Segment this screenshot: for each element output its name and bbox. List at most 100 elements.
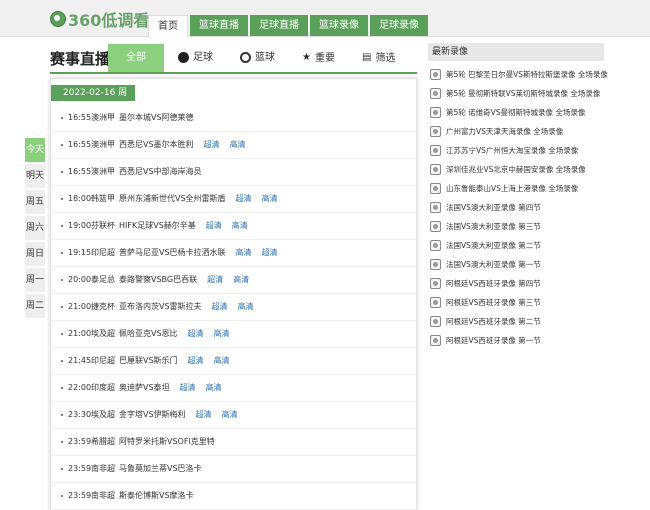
replay-item[interactable]: 山东鲁能泰山VS上海上港录像 全场录像 — [428, 179, 604, 198]
replay-item[interactable]: 阿根廷VS西班牙录像 第三节 — [428, 293, 604, 312]
replay-item[interactable]: 法国VS澳大利亚录像 第二节 — [428, 236, 604, 255]
stream-link[interactable]: 高清 — [232, 221, 248, 230]
match-name[interactable]: 佩哈亚克VS恩比 — [119, 329, 178, 338]
replay-title[interactable]: 阿根廷VS西班牙录像 第一节 — [446, 336, 541, 345]
stream-link[interactable]: 高清 — [214, 356, 230, 365]
stream-link[interactable]: 超清 — [180, 383, 196, 392]
stream-link[interactable]: 高清 — [206, 383, 222, 392]
match-league[interactable]: 澳洲甲 — [91, 132, 115, 158]
tab-all[interactable]: 全部 — [108, 44, 164, 72]
match-league[interactable]: 印尼超 — [91, 240, 115, 266]
day-today[interactable]: 今天 — [25, 138, 45, 162]
replay-item[interactable]: 阿根廷VS西班牙录像 第二节 — [428, 312, 604, 331]
match-name[interactable]: 巴厘联VS斯乐门 — [119, 356, 178, 365]
day-tomorrow[interactable]: 明天 — [25, 164, 45, 188]
nav-basketball-live[interactable]: 篮球直播 — [190, 15, 248, 36]
nav-football-replay[interactable]: 足球录像 — [370, 15, 428, 36]
stream-link[interactable]: 超清 — [212, 302, 228, 311]
replay-item[interactable]: 法国VS澳大利亚录像 第三节 — [428, 217, 604, 236]
nav-home[interactable]: 首页 — [148, 15, 188, 37]
replay-title[interactable]: 阿根廷VS西班牙录像 第三节 — [446, 298, 541, 307]
match-name[interactable]: 原州东浦新世代VS全州雷斯盾 — [119, 194, 226, 203]
stream-link[interactable]: 超清 — [196, 410, 212, 419]
replay-item[interactable]: 第5轮 巴黎圣日尔曼VS斯特拉斯堡录像 全场录像 — [428, 65, 608, 84]
replay-item[interactable]: 广州富力VS天津天海录像 全场录像 — [428, 122, 604, 141]
day-friday[interactable]: 周五 — [25, 190, 45, 214]
match-league[interactable]: 印尼超 — [91, 348, 115, 374]
stream-link[interactable]: 超清 — [262, 248, 278, 257]
day-sunday[interactable]: 周日 — [25, 242, 45, 266]
match-league[interactable]: 埃及超 — [91, 402, 115, 428]
match-league[interactable]: 南非超 — [91, 456, 115, 482]
replay-item[interactable]: 法国VS澳大利亚录像 第一节 — [428, 255, 604, 274]
day-saturday[interactable]: 周六 — [25, 216, 45, 240]
match-name[interactable]: 墨尔本城VS阿德莱德 — [119, 113, 194, 122]
replay-item[interactable]: 江苏苏宁VS广州恒大淘宝录像 全场录像 — [428, 141, 604, 160]
match-league[interactable]: 印度超 — [91, 375, 115, 401]
tab-football[interactable]: 足球 — [178, 44, 213, 72]
replay-title[interactable]: 法国VS澳大利亚录像 第一节 — [446, 260, 541, 269]
match-name[interactable]: 泰路警察VSBG巴吞联 — [119, 275, 197, 284]
stream-link[interactable]: 高清 — [230, 140, 246, 149]
match-league[interactable]: 芬联杯 — [91, 213, 115, 239]
stream-link[interactable]: 超清 — [236, 194, 252, 203]
match-league[interactable]: 泰足总 — [91, 267, 115, 293]
day-tuesday[interactable]: 周二 — [25, 294, 45, 318]
match-name[interactable]: 西悉尼VS中部海岸海员 — [119, 167, 202, 176]
replay-item[interactable]: 阿根廷VS西班牙录像 第一节 — [428, 331, 604, 350]
stream-link[interactable]: 高清 — [238, 302, 254, 311]
stream-link[interactable]: 超清 — [206, 221, 222, 230]
match-name[interactable]: 马鲁莫加兰蒂VS巴洛卡 — [119, 464, 202, 473]
stream-link[interactable]: 高清 — [214, 329, 230, 338]
match-league[interactable]: 澳洲甲 — [91, 159, 115, 185]
stream-link[interactable]: 高清 — [236, 248, 252, 257]
schedule-row: 23:59 希腊超 阿特罗米托斯VSOFI克里特 — [51, 429, 416, 456]
match-name[interactable]: 斯泰伦博斯VS摩洛卡 — [119, 491, 194, 500]
replay-title[interactable]: 法国VS澳大利亚录像 第二节 — [446, 241, 541, 250]
match-league[interactable]: 韩篮甲 — [91, 186, 115, 212]
nav-basketball-replay[interactable]: 篮球录像 — [310, 15, 368, 36]
match-name[interactable]: 奥迪萨VS泰坦 — [119, 383, 170, 392]
replay-title[interactable]: 山东鲁能泰山VS上海上港录像 全场录像 — [446, 184, 578, 193]
nav-football-live[interactable]: 足球直播 — [250, 15, 308, 36]
replay-title[interactable]: 第5轮 巴黎圣日尔曼VS斯特拉斯堡录像 全场录像 — [446, 70, 608, 79]
replay-item[interactable]: 深圳佳兆业VS北京中赫国安录像 全场录像 — [428, 160, 604, 179]
stream-link[interactable]: 超清 — [188, 329, 204, 338]
stream-link[interactable]: 超清 — [188, 356, 204, 365]
replay-title[interactable]: 第5轮 曼彻斯特联VS莱切斯特城录像 全场录像 — [446, 89, 600, 98]
day-monday[interactable]: 周一 — [25, 268, 45, 292]
match-league[interactable]: 希腊超 — [91, 429, 115, 455]
replay-title[interactable]: 法国VS澳大利亚录像 第三节 — [446, 222, 541, 231]
replay-title[interactable]: 广州富力VS天津天海录像 全场录像 — [446, 127, 563, 136]
match-name[interactable]: 西悉尼VS墨尔本胜利 — [119, 140, 194, 149]
stream-link[interactable]: 高清 — [262, 194, 278, 203]
match-name[interactable]: 金字塔VS伊斯梅利 — [119, 410, 186, 419]
stream-link[interactable]: 高清 — [233, 275, 249, 284]
stream-link[interactable]: 超清 — [207, 275, 223, 284]
match-name[interactable]: 阿特罗米托斯VSOFI克里特 — [119, 437, 215, 446]
tab-filter[interactable]: ▤ 筛选 — [362, 44, 395, 72]
match-name[interactable]: HIFK足球VS赫尔辛基 — [119, 221, 196, 230]
match-name[interactable]: 亚布洛内茨VS雷斯拉夫 — [119, 302, 202, 311]
replay-title[interactable]: 阿根廷VS西班牙录像 第二节 — [446, 317, 541, 326]
site-logo[interactable]: 360低调看 — [50, 8, 149, 30]
replay-title[interactable]: 第5轮 诺维奇VS曼彻斯特城录像 全场录像 — [446, 108, 585, 117]
replay-item[interactable]: 法国VS澳大利亚录像 第四节 — [428, 198, 604, 217]
match-league[interactable]: 南非超 — [91, 483, 115, 509]
match-name[interactable]: 普萨马尼亚VS巴杨卡拉洒水联 — [119, 248, 226, 257]
replay-item[interactable]: 阿根廷VS西班牙录像 第四节 — [428, 274, 604, 293]
match-league[interactable]: 捷克杯 — [91, 294, 115, 320]
stream-link[interactable]: 超清 — [204, 140, 220, 149]
replay-title[interactable]: 深圳佳兆业VS北京中赫国安录像 全场录像 — [446, 165, 586, 174]
replay-item[interactable]: 第5轮 诺维奇VS曼彻斯特城录像 全场录像 — [428, 103, 604, 122]
replay-title[interactable]: 法国VS澳大利亚录像 第四节 — [446, 203, 541, 212]
tab-basketball[interactable]: 篮球 — [240, 44, 275, 72]
replay-title[interactable]: 江苏苏宁VS广州恒大淘宝录像 全场录像 — [446, 146, 578, 155]
replay-item[interactable]: 第5轮 曼彻斯特联VS莱切斯特城录像 全场录像 — [428, 84, 604, 103]
replay-title[interactable]: 阿根廷VS西班牙录像 第四节 — [446, 279, 541, 288]
match-teams: 墨尔本城VS阿德莱德 — [119, 105, 194, 131]
match-league[interactable]: 澳洲甲 — [91, 105, 115, 131]
match-league[interactable]: 埃及超 — [91, 321, 115, 347]
tab-important[interactable]: ★ 重要 — [302, 44, 335, 72]
stream-link[interactable]: 高清 — [222, 410, 238, 419]
